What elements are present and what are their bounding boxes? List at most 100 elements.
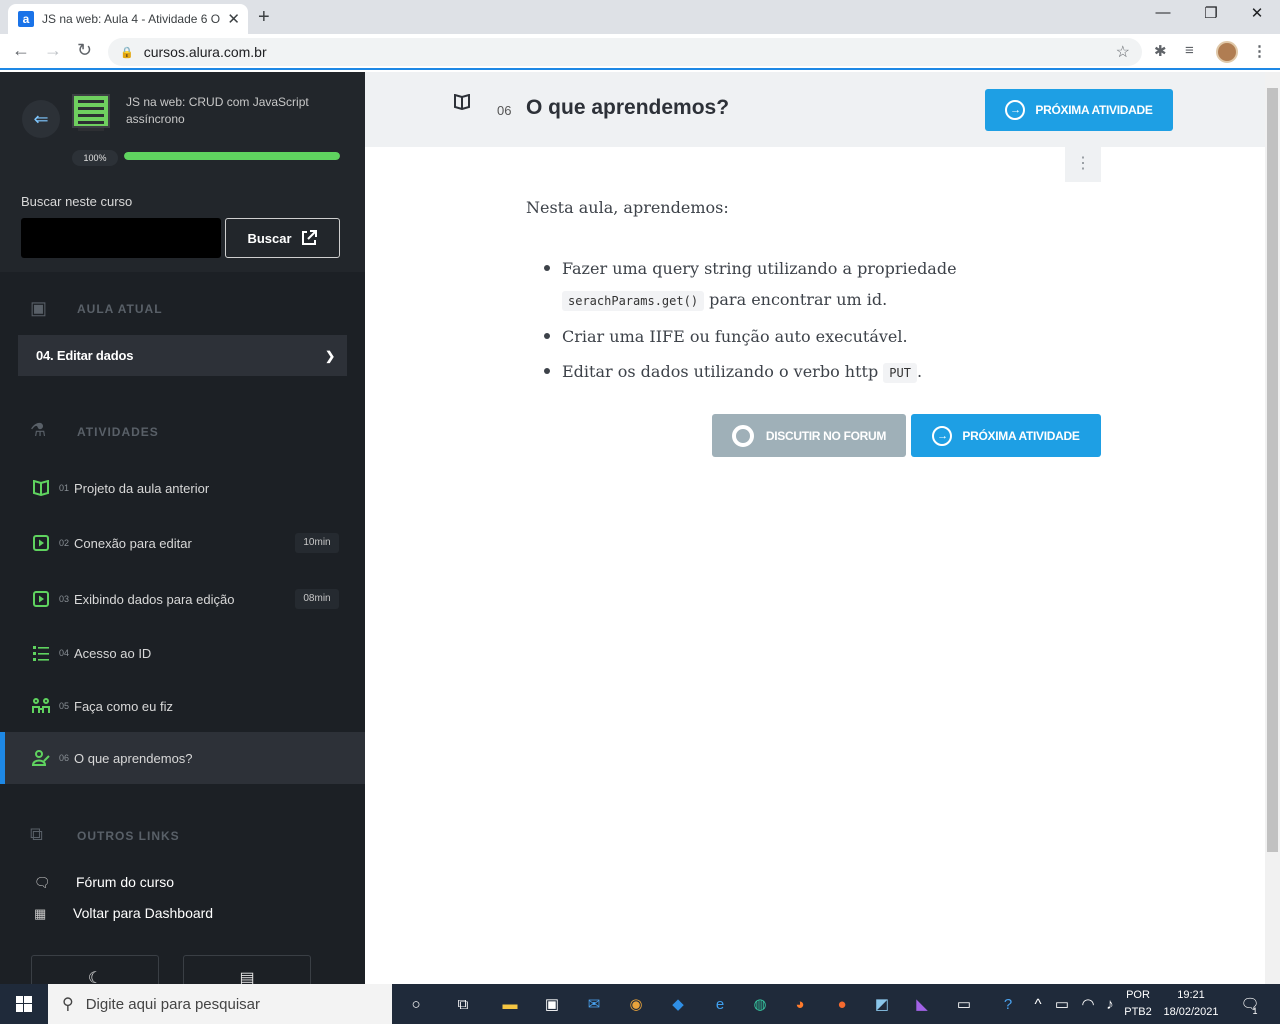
- practice-icon: [32, 697, 50, 715]
- course-title[interactable]: JS na web: CRUD com JavaScript assíncron…: [126, 94, 326, 128]
- browser-toolbar: ← → ↻ 🔒 cursos.alura.com.br ☆ ✱ ≡ ⋮: [0, 34, 1280, 70]
- new-tab-icon[interactable]: +: [258, 6, 270, 29]
- address-bar[interactable]: 🔒 cursos.alura.com.br ☆: [108, 38, 1142, 66]
- menu-kebab-icon[interactable]: ⋮: [1252, 42, 1267, 60]
- edge-icon[interactable]: ◍: [748, 992, 772, 1016]
- windows-taskbar: ⚲ Digite aqui para pesquisar ○ ⧉ ▬ ▣ ✉ ◉…: [0, 984, 1280, 1024]
- chevron-up-icon[interactable]: ^: [1026, 992, 1050, 1016]
- close-tab-icon[interactable]: ✕: [227, 10, 240, 28]
- external-link-icon: [301, 230, 317, 245]
- clock-date[interactable]: 18/02/2021: [1160, 1006, 1222, 1018]
- keyboard-layout[interactable]: PTB2: [1124, 1006, 1152, 1018]
- flask-icon: ⚗: [30, 420, 47, 440]
- reload-icon[interactable]: ↻: [77, 40, 92, 61]
- help-icon[interactable]: ?: [996, 992, 1020, 1016]
- options-kebab-icon[interactable]: ⋮: [1065, 147, 1101, 182]
- inline-code: serachParams.get(): [562, 291, 705, 311]
- scrollbar-thumb[interactable]: [1267, 88, 1278, 852]
- close-window-icon[interactable]: ✕: [1234, 4, 1280, 22]
- forward-icon[interactable]: →: [44, 40, 62, 61]
- taskbar-search-placeholder: Digite aqui para pesquisar: [85, 995, 260, 1013]
- task-view-icon[interactable]: ⧉: [451, 992, 475, 1016]
- activity-item[interactable]: 04 Acesso ao ID: [0, 627, 365, 679]
- list-item: Criar uma IIFE ou função auto executável…: [544, 321, 1106, 352]
- taskbar-search[interactable]: ⚲ Digite aqui para pesquisar: [48, 984, 392, 1024]
- discuss-forum-label: DISCUTIR NO FORUM: [765, 428, 887, 443]
- volume-icon[interactable]: ♪: [1098, 992, 1122, 1016]
- battery-icon[interactable]: ▭: [1050, 992, 1074, 1016]
- page-title: O que aprendemos?: [526, 96, 730, 119]
- extensions-icon[interactable]: ✱: [1154, 42, 1167, 60]
- chrome-icon[interactable]: ◉: [624, 992, 648, 1016]
- moon-icon: ☾: [87, 970, 103, 984]
- activity-label: Conexão para editar: [74, 535, 192, 551]
- forum-link[interactable]: 🗨 Fórum do curso: [0, 872, 365, 896]
- mail-icon[interactable]: ✉: [582, 992, 606, 1016]
- back-arrow-icon[interactable]: ⇐: [22, 100, 60, 138]
- dashboard-link[interactable]: ▦ Voltar para Dashboard: [0, 903, 365, 927]
- list-icon: [32, 644, 50, 662]
- activity-item-active[interactable]: 06 O que aprendemos?: [0, 732, 365, 784]
- sublime-icon[interactable]: ●: [830, 992, 854, 1016]
- bookmark-star-icon[interactable]: ☆: [1116, 42, 1130, 62]
- firefox-icon[interactable]: ◕: [788, 992, 812, 1016]
- forum-link-label: Fórum do curso: [76, 874, 175, 890]
- activity-item[interactable]: 02 Conexão para editar 10min: [0, 517, 365, 569]
- discuss-forum-button[interactable]: DISCUTIR NO FORUM: [712, 414, 906, 457]
- activity-item[interactable]: 05 Faça como eu fiz: [0, 680, 365, 732]
- terminal-icon[interactable]: ▭: [952, 992, 976, 1016]
- next-activity-button[interactable]: → PRÓXIMA ATIVIDADE: [985, 89, 1173, 131]
- next-activity-label: PRÓXIMA ATIVIDADE: [962, 428, 1080, 443]
- restore-icon[interactable]: ❐: [1188, 4, 1234, 22]
- activity-label: Projeto da aula anterior: [74, 480, 210, 496]
- activity-number: 04: [59, 648, 70, 658]
- lifebuoy-icon: [731, 424, 754, 447]
- current-lesson-label: AULA ATUAL: [77, 302, 163, 316]
- chevron-down-icon: ❯: [325, 348, 335, 363]
- search-input[interactable]: [21, 218, 221, 258]
- dashboard-link-label: Voltar para Dashboard: [73, 905, 214, 921]
- activity-label: Acesso ao ID: [74, 645, 152, 661]
- wifi-icon[interactable]: ◠: [1076, 992, 1100, 1016]
- clock-time[interactable]: 19:21: [1160, 989, 1222, 1001]
- store-icon[interactable]: ▣: [540, 992, 564, 1016]
- activity-number: 02: [59, 538, 70, 548]
- next-activity-bottom-button[interactable]: → PRÓXIMA ATIVIDADE: [911, 414, 1101, 457]
- windows-start-icon[interactable]: [12, 992, 36, 1016]
- course-sidebar: ⇐ JS na web: CRUD com JavaScript assíncr…: [0, 72, 365, 984]
- lesson-dropdown-value: 04. Editar dados: [36, 348, 134, 363]
- cortana-icon[interactable]: ○: [404, 992, 428, 1016]
- activity-item[interactable]: 01 Projeto da aula anterior: [0, 462, 365, 514]
- search-button[interactable]: Buscar: [225, 218, 340, 258]
- url-text: cursos.alura.com.br: [143, 44, 267, 60]
- notification-count: 1: [1252, 1006, 1258, 1016]
- activity-item[interactable]: 03 Exibindo dados para edição 08min: [0, 573, 365, 625]
- lesson-dropdown[interactable]: 04. Editar dados ❯: [18, 335, 347, 376]
- minimize-icon[interactable]: —: [1140, 4, 1186, 21]
- activity-header: 06 O que aprendemos? → PRÓXIMA ATIVIDADE: [365, 72, 1265, 147]
- bullet-text: Fazer uma query string utilizando a prop…: [562, 259, 957, 278]
- book-icon: [453, 93, 471, 115]
- learned-list: Fazer uma query string utilizando a prop…: [544, 253, 1106, 389]
- learned-icon: [32, 749, 50, 767]
- dark-mode-button[interactable]: ☾: [31, 955, 159, 984]
- back-icon[interactable]: ←: [12, 40, 30, 61]
- file-explorer-icon[interactable]: ▬: [498, 992, 522, 1016]
- arrow-right-circle-icon: →: [1005, 100, 1026, 120]
- lesson-icon: ▣: [30, 298, 48, 318]
- notes-button[interactable]: ▤: [183, 955, 311, 984]
- profile-avatar[interactable]: [1216, 41, 1238, 63]
- language-indicator[interactable]: POR: [1124, 989, 1152, 1001]
- activity-label: O que aprendemos?: [74, 750, 193, 766]
- app-icon[interactable]: ◩: [870, 992, 894, 1016]
- arrow-right-circle-icon: →: [932, 425, 953, 446]
- activity-number: 01: [59, 483, 70, 493]
- alura-favicon-icon: a: [18, 11, 34, 27]
- media-queue-icon[interactable]: ≡: [1185, 42, 1194, 59]
- visual-studio-icon[interactable]: ◣: [910, 992, 934, 1016]
- ie-icon[interactable]: e: [708, 992, 732, 1016]
- lock-icon[interactable]: 🔒: [120, 46, 134, 59]
- chat-icon: 🗨: [34, 875, 51, 890]
- vscode-icon[interactable]: ◆: [666, 992, 690, 1016]
- browser-tab[interactable]: a JS na web: Aula 4 - Atividade 6 O ✕: [8, 4, 248, 34]
